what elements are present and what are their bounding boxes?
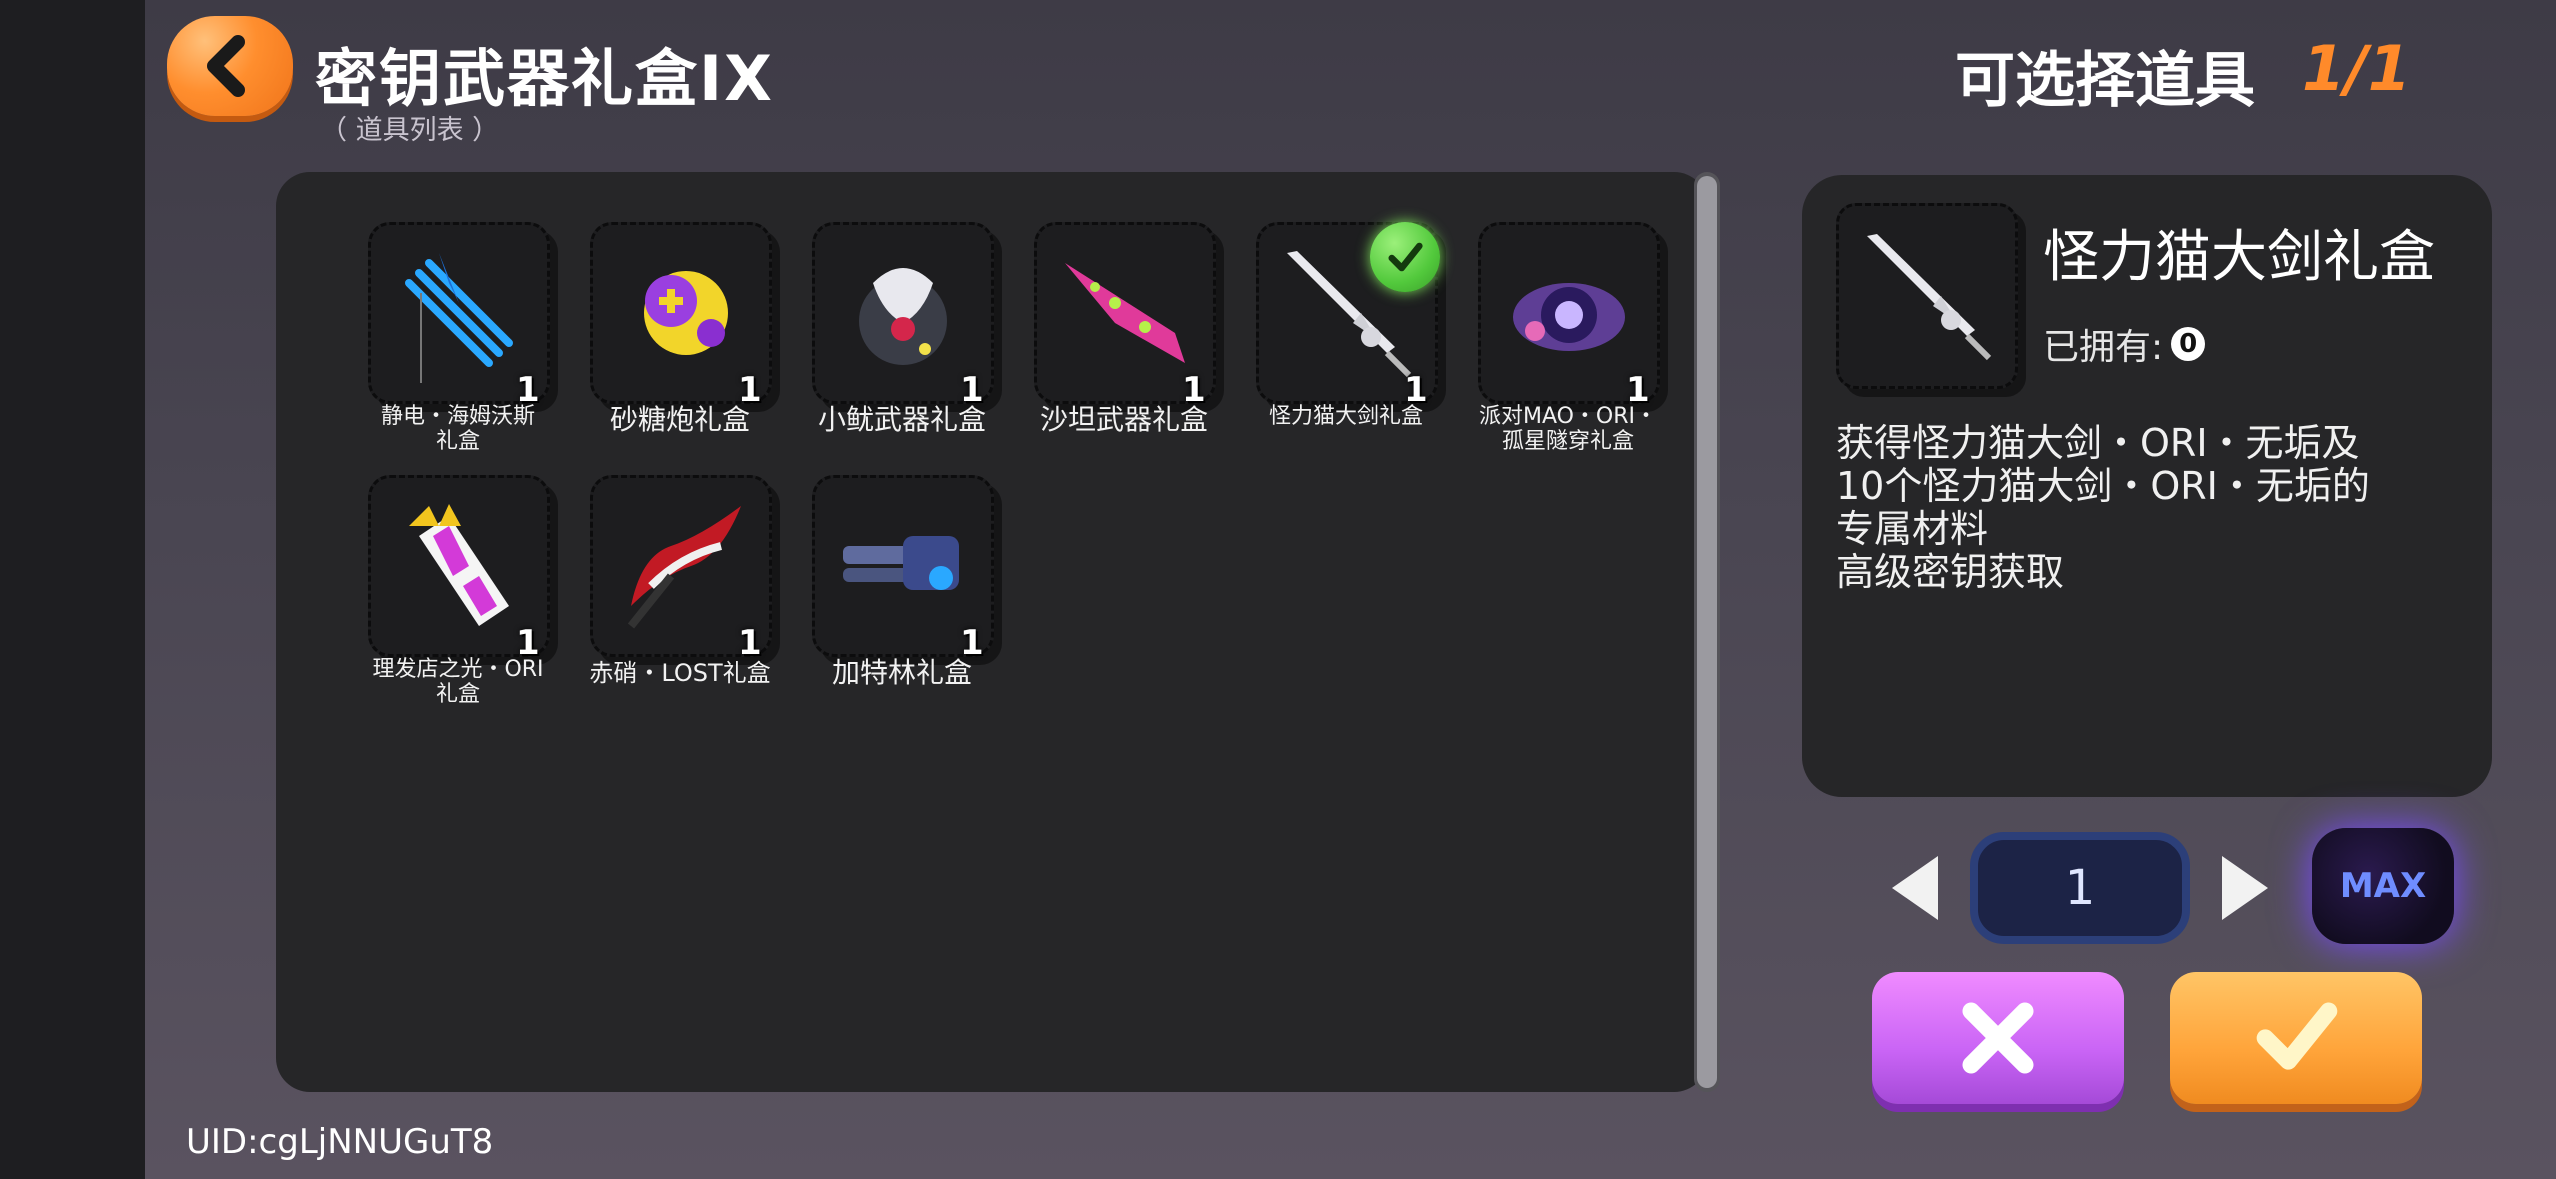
user-id: UID:cgLjNNUGuT8 xyxy=(186,1122,494,1162)
item-name: 砂糖炮礼盒 xyxy=(609,403,750,436)
description-line: 专属材料 xyxy=(1836,507,1989,551)
owned-count: 已拥有: 0 xyxy=(2043,318,2206,370)
description-line: 获得怪力猫大剑・ORI・无垢及 xyxy=(1836,421,2360,465)
page-title: 密钥武器礼盒IX xyxy=(315,42,774,115)
page-subtitle: （ 道具列表 ） xyxy=(320,115,500,146)
cancel-button[interactable] xyxy=(1872,972,2124,1104)
item-name: 加特林礼盒 xyxy=(831,656,972,689)
item-name: 理发店之光・ORI 礼盒 xyxy=(372,657,544,707)
item-name: 小鱿武器礼盒 xyxy=(817,403,986,436)
pink-blade-icon xyxy=(1065,263,1185,363)
selected-check-icon xyxy=(1370,222,1440,292)
selectable-items-label: 可选择道具 xyxy=(1955,46,2255,116)
checkmark-icon xyxy=(2256,1002,2338,1070)
detail-item-frame xyxy=(1836,203,2018,389)
barber-pole-icon xyxy=(409,504,509,626)
max-quantity-button[interactable]: MAX xyxy=(2312,828,2454,944)
detail-item-name: 怪力猫大剑礼盒 xyxy=(2043,225,2435,290)
candy-cannon-icon xyxy=(644,271,728,355)
owned-value: 0 xyxy=(2171,327,2206,361)
item-name: 静电・海姆沃斯 礼盒 xyxy=(380,404,535,454)
item-name: 派对MAO・ORI・ 孤星隧穿礼盒 xyxy=(1478,404,1658,454)
close-icon xyxy=(1962,1002,2034,1074)
confirm-button[interactable] xyxy=(2170,972,2422,1104)
description-line: 高级密钥获取 xyxy=(1836,550,2065,594)
blue-trident-icon xyxy=(405,253,513,383)
description-line: 10个怪力猫大剑・ORI・无垢的 xyxy=(1836,464,2370,508)
back-button[interactable] xyxy=(167,16,293,116)
quantity-field[interactable]: 1 xyxy=(1970,832,2190,944)
squid-weapon-icon xyxy=(859,268,947,365)
increase-quantity-button[interactable] xyxy=(2222,856,2268,920)
gatling-gun-icon xyxy=(843,536,959,590)
decrease-quantity-button[interactable] xyxy=(1892,856,1938,920)
selectable-items-count: 1/1 xyxy=(2302,32,2411,105)
owned-label: 已拥有: xyxy=(2043,327,2164,368)
item-name: 赤硝・LOST礼盒 xyxy=(589,659,771,687)
scrollbar-thumb[interactable] xyxy=(1697,176,1717,1088)
back-arrow-icon xyxy=(207,35,245,97)
cosmic-orb-icon xyxy=(1513,283,1625,351)
item-description: 获得怪力猫大剑・ORI・无垢及 10个怪力猫大剑・ORI・无垢的 专属材料 高级… xyxy=(1836,422,2476,594)
red-scythe-icon xyxy=(627,506,741,629)
left-border-strip xyxy=(0,0,145,1179)
silver-greatsword-icon xyxy=(1867,234,1992,361)
item-name: 沙坦武器礼盒 xyxy=(1039,403,1208,436)
item-name: 怪力猫大剑礼盒 xyxy=(1268,404,1423,429)
